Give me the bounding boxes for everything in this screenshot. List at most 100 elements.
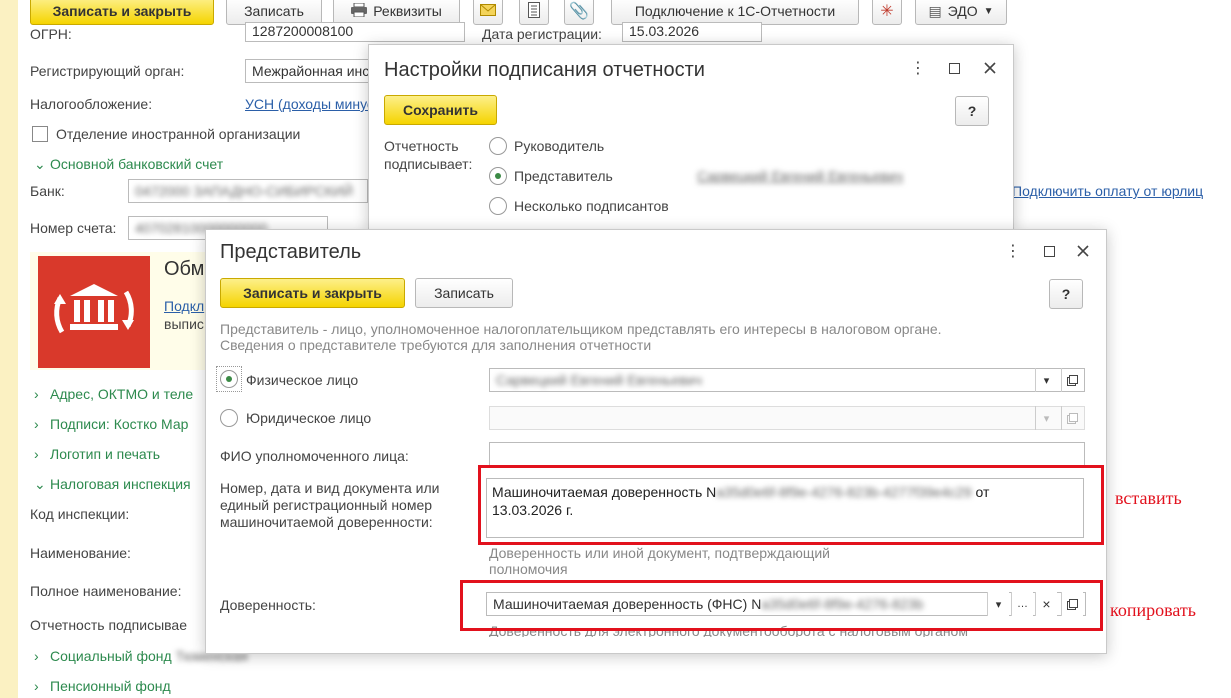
help-icon: ? — [1061, 286, 1071, 302]
power-label: Доверенность: — [220, 597, 316, 613]
pension-fund-section[interactable]: › Пенсионный фонд — [34, 678, 171, 694]
social-fund-section-label: Социальный фонд — [50, 648, 172, 664]
maximize-icon[interactable] — [1040, 242, 1058, 260]
option-representative-label: Представитель — [514, 168, 613, 184]
close-icon[interactable] — [1074, 242, 1092, 260]
chevron-right-icon: › — [34, 648, 39, 664]
logo-section-label: Логотип и печать — [50, 446, 161, 462]
save-close-button[interactable]: Записать и закрыть — [30, 0, 214, 25]
snowflake-icon: ✳ — [880, 3, 894, 20]
open-icon[interactable] — [1061, 368, 1083, 392]
logo-section[interactable]: › Логотип и печать — [34, 446, 160, 462]
maximize-icon[interactable] — [945, 59, 963, 77]
connect-1c-label: Подключение к 1С-Отчетности — [634, 3, 836, 19]
signatures-section[interactable]: › Подписи: Костко Мар — [34, 416, 188, 432]
rep-save-button[interactable]: Записать — [415, 278, 513, 308]
taxation-link[interactable]: УСН (доходы минус расходы) — [245, 96, 370, 112]
paste-annotation: вставить — [1115, 488, 1182, 508]
address-section[interactable]: › Адрес, ОКТМО и теле — [34, 386, 193, 402]
chevron-down-icon: ⌄ — [34, 156, 46, 172]
radio-individual[interactable] — [220, 370, 238, 388]
rep-save-close-button[interactable]: Записать и закрыть — [220, 278, 405, 308]
rep-dialog-title: Представитель — [220, 241, 362, 263]
chevron-right-icon: › — [34, 678, 39, 694]
save-close-label: Записать и закрыть — [52, 3, 192, 19]
foreign-branch-label: Отделение иностранной организации — [56, 126, 301, 142]
doc-hint: Доверенность или иной документ, подтверж… — [489, 545, 830, 577]
rep-save-close-label: Записать и закрыть — [243, 285, 382, 301]
reg-authority-field[interactable]: Межрайонная инспекция — [245, 59, 385, 83]
settings-save-label: Сохранить — [403, 102, 478, 118]
account-label: Номер счета: — [30, 220, 117, 236]
settings-save-button[interactable]: Сохранить — [384, 95, 497, 125]
reporting-button[interactable]: ✳ — [872, 0, 902, 25]
radio-multiple[interactable] — [489, 197, 507, 215]
mail-button[interactable] — [473, 0, 503, 25]
rep-description-line1: Представитель - лицо, уполномоченное нал… — [220, 321, 942, 337]
more-icon[interactable]: ⋮ — [1004, 242, 1022, 260]
doc-label-line1: Номер, дата и вид документа или — [220, 480, 440, 496]
open-icon[interactable] — [1061, 406, 1083, 430]
close-icon[interactable] — [981, 59, 999, 77]
settings-dialog-title: Настройки подписания отчетности — [384, 59, 705, 81]
save-label: Записать — [244, 3, 304, 19]
chevron-right-icon: › — [34, 386, 39, 402]
chevron-right-icon: › — [34, 446, 39, 462]
option-head-label: Руководитель — [514, 138, 605, 154]
list-button[interactable] — [519, 0, 549, 25]
help-icon: ? — [967, 103, 977, 119]
representative-link[interactable]: Сарвецкий Евгений Евгеньевич — [697, 168, 903, 184]
individual-field[interactable]: Сарвецкий Евгений Евгеньевич — [489, 368, 1085, 392]
chevron-down-icon[interactable]: ▾ — [1035, 406, 1057, 430]
reg-date-field[interactable]: 15.03.2026 — [622, 22, 762, 42]
tax-inspection-section[interactable]: ⌄ Налоговая инспекция — [34, 476, 191, 493]
legal-field[interactable] — [489, 406, 1085, 430]
rep-description-line2: Сведения о представителе требуются для з… — [220, 337, 652, 353]
reporting-signs-label: Отчетность подписывае — [30, 617, 187, 633]
bank-value: 0472000 ЗАПАДНО-СИБИРСКИЙ — [135, 183, 354, 199]
chevron-down-icon: ⌄ — [34, 476, 46, 492]
inspection-name-label: Наименование: — [30, 545, 131, 561]
signs-label-line2: подписывает: — [384, 156, 473, 172]
settings-help-button[interactable]: ? — [955, 96, 989, 126]
radio-representative[interactable] — [489, 167, 507, 185]
more-icon[interactable]: ⋮ — [909, 59, 927, 77]
doc-label-line3: машиночитаемой доверенности: — [220, 514, 433, 530]
chevron-down-icon[interactable]: ▾ — [1035, 368, 1057, 392]
requisites-label: Реквизиты — [373, 3, 442, 19]
exchange-link[interactable]: Подкл — [164, 298, 204, 314]
tax-inspection-section-label: Налоговая инспекция — [50, 476, 191, 492]
rep-description: Представитель - лицо, уполномоченное нал… — [220, 321, 1090, 353]
edo-button[interactable]: ▤ ЭДО ▼ — [915, 0, 1007, 25]
bank-field[interactable]: 0472000 ЗАПАДНО-СИБИРСКИЙ — [128, 179, 368, 203]
foreign-branch-checkbox[interactable] — [32, 126, 48, 142]
option-multiple-label: Несколько подписантов — [514, 198, 669, 214]
chevron-right-icon: › — [34, 416, 39, 432]
attach-button[interactable]: 📎 — [564, 0, 594, 25]
address-section-label: Адрес, ОКТМО и теле — [50, 386, 194, 402]
paste-highlight-box — [478, 465, 1104, 545]
edo-icon: ▤ — [928, 2, 942, 19]
edo-label: ЭДО — [947, 3, 978, 19]
signs-label: Отчетность подписывает: — [384, 137, 472, 173]
taxation-label: Налогообложение: — [30, 96, 153, 112]
radio-legal[interactable] — [220, 409, 238, 427]
ogrn-field[interactable]: 1287200008100 — [245, 22, 465, 42]
envelope-icon — [480, 3, 496, 19]
payment-link[interactable]: Подключить оплату от юрлиц — [1012, 183, 1203, 199]
doc-hint-line2: полномочия — [489, 561, 568, 577]
option-individual-label: Физическое лицо — [246, 372, 359, 388]
exchange-banner: Обм Подкл выпис — [30, 252, 220, 370]
main-bank-section[interactable]: ⌄ Основной банковский счет — [34, 156, 223, 173]
rep-help-button[interactable]: ? — [1049, 279, 1083, 309]
rep-save-label: Записать — [434, 285, 494, 301]
reg-date-label: Дата регистрации: — [482, 26, 602, 42]
radio-head[interactable] — [489, 137, 507, 155]
option-legal-label: Юридическое лицо — [246, 410, 372, 426]
signs-label-line1: Отчетность — [384, 138, 459, 154]
reg-date-value: 15.03.2026 — [629, 23, 700, 39]
fio-label: ФИО уполномоченного лица: — [220, 448, 409, 464]
signatures-section-label: Подписи: Костко Мар — [50, 416, 189, 432]
signing-settings-dialog: Настройки подписания отчетности ⋮ Сохран… — [368, 44, 1014, 230]
doc-hint-line1: Доверенность или иной документ, подтверж… — [489, 545, 830, 561]
